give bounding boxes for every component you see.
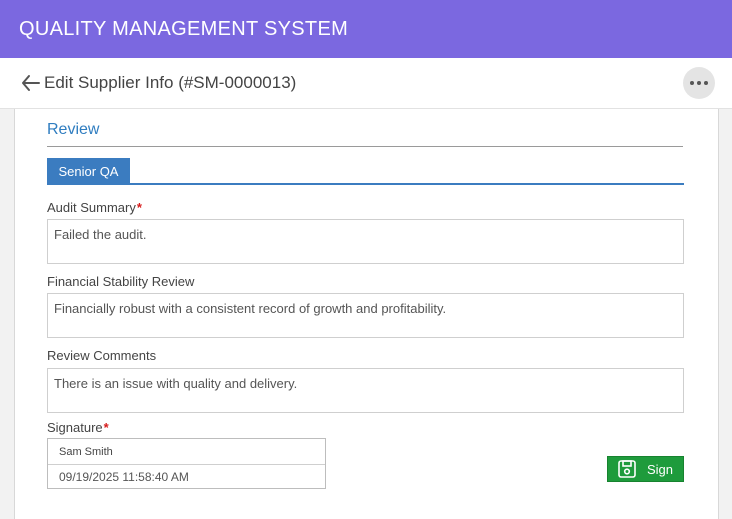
signature-datetime: 09/19/2025 11:58:40 AM bbox=[59, 470, 189, 484]
save-icon bbox=[618, 460, 636, 478]
review-comments-label: Review Comments bbox=[47, 348, 157, 363]
review-comments-field[interactable]: There is an issue with quality and deliv… bbox=[47, 368, 684, 413]
sign-button[interactable]: Sign bbox=[607, 456, 684, 482]
signature-box: Sam Smith 09/19/2025 11:58:40 AM bbox=[47, 438, 326, 489]
app-header: QUALITY MANAGEMENT SYSTEM bbox=[0, 0, 732, 58]
section-divider bbox=[47, 146, 683, 147]
tab-senior-qa[interactable]: Senior QA bbox=[47, 158, 130, 184]
required-marker: * bbox=[103, 420, 109, 435]
required-marker: * bbox=[136, 200, 142, 215]
financial-stability-label: Financial Stability Review bbox=[47, 274, 195, 289]
page-title: Edit Supplier Info (#SM-0000013) bbox=[44, 73, 297, 92]
tab-underline bbox=[47, 183, 684, 185]
app-title: QUALITY MANAGEMENT SYSTEM bbox=[19, 18, 349, 40]
sign-button-label: Sign bbox=[647, 461, 674, 477]
audit-summary-label-text: Audit Summary bbox=[47, 200, 136, 215]
page-subheader: Edit Supplier Info (#SM-0000013) bbox=[0, 58, 732, 109]
section-title: Review bbox=[47, 121, 100, 138]
signature-divider bbox=[48, 464, 325, 465]
arrow-left-icon bbox=[22, 75, 40, 91]
more-options-button[interactable] bbox=[683, 67, 715, 99]
signature-name: Sam Smith bbox=[59, 446, 113, 458]
back-button[interactable] bbox=[20, 73, 42, 93]
review-panel: Review Senior QA Audit Summary* Failed t… bbox=[14, 109, 719, 519]
audit-summary-label: Audit Summary* bbox=[47, 200, 142, 215]
signature-label-text: Signature bbox=[47, 420, 103, 435]
more-horizontal-icon bbox=[690, 81, 708, 85]
audit-summary-field[interactable]: Failed the audit. bbox=[47, 219, 684, 264]
financial-stability-field[interactable]: Financially robust with a consistent rec… bbox=[47, 293, 684, 338]
signature-label: Signature* bbox=[47, 420, 109, 435]
